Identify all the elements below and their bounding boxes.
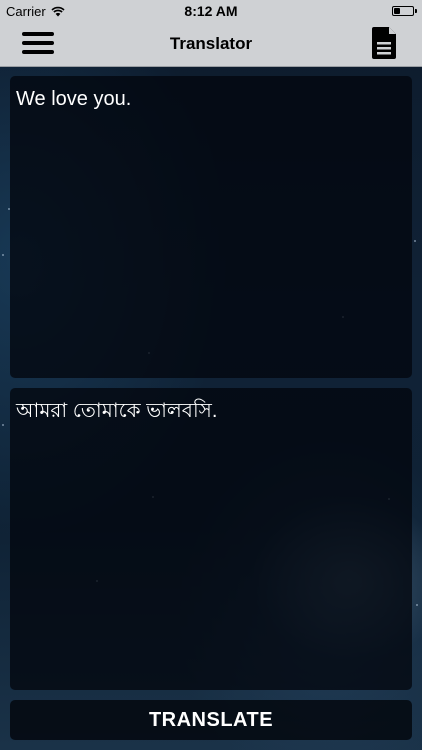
star [2,254,4,256]
translated-text: আমরা তোমাকে ভালবসি. [16,400,218,422]
star [414,240,416,242]
battery-nub [415,9,417,13]
battery-icon [392,6,417,16]
source-text: We love you. [16,88,132,110]
status-time: 8:12 AM [184,3,238,19]
translate-button[interactable]: TRANSLATE [10,700,412,740]
top-bar: Carrier 8:12 AM Translator [0,0,422,67]
battery-fill [394,8,400,14]
nav-bar: Translator [0,22,422,66]
page-title: Translator [169,34,253,53]
document-icon[interactable] [372,27,398,59]
status-bar: Carrier 8:12 AM [0,0,422,22]
translated-text-area[interactable]: আমরা তোমাকে ভালবসি. [10,388,412,690]
star [2,424,4,426]
source-text-area[interactable]: We love you. [10,76,412,378]
star [416,604,418,606]
